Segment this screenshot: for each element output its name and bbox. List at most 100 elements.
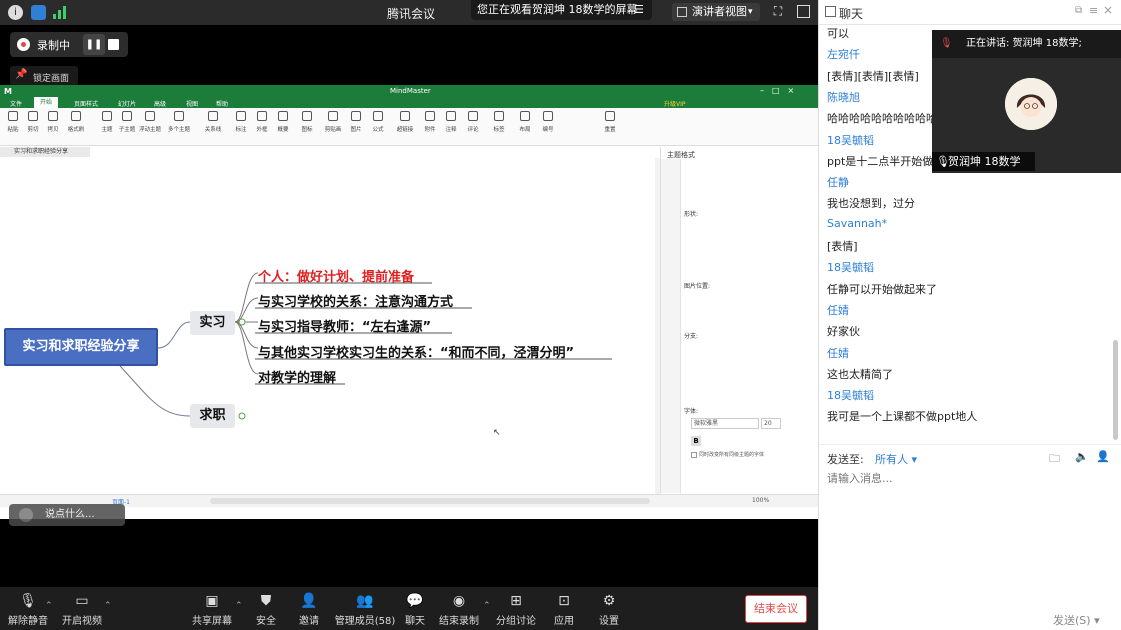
lock-screen-button[interactable]: 📌 锁定画面 (10, 66, 78, 86)
stop-recording-label: 结束录制 (439, 616, 479, 627)
ribbon-button[interactable]: 多个主题 (168, 111, 190, 133)
chevron-up-icon[interactable]: ⌃ (104, 601, 112, 611)
font-size-select[interactable]: 20 (761, 418, 781, 429)
menu-file[interactable]: 文件 (10, 99, 22, 108)
menu-page-style[interactable]: 页面样式 (74, 99, 98, 108)
signal-icon[interactable] (53, 6, 67, 19)
mindmap-canvas[interactable]: 实习和求职经验分享 实习 求职 个人：做好计划、提前准备 与实习学校的关系：注意… (0, 158, 655, 494)
chat-input[interactable] (827, 468, 1107, 488)
menu-icon[interactable]: ☰ (634, 0, 644, 20)
shared-screen: M MindMaster –□× 文件 开始 页面样式 幻灯片 高级 视图 帮助… (0, 85, 818, 519)
security-label: 安全 (256, 616, 276, 627)
send-button[interactable]: 发送(S) ▾ (1053, 612, 1100, 628)
share-screen-icon: ▣ (205, 593, 219, 609)
chat-message-text: 这也太精简了 (827, 367, 893, 381)
start-video-button[interactable]: ▭ 开启视频 (54, 593, 110, 627)
ribbon-button[interactable]: 标注 (230, 111, 252, 133)
mindmap-item[interactable]: 对教学的理解 (258, 367, 336, 386)
send-to-value: 所有人 (875, 453, 908, 466)
ribbon-button[interactable]: 超链接 (394, 111, 416, 133)
menu-icon[interactable]: ≡ (1089, 4, 1098, 17)
apply-all-checkbox[interactable] (691, 452, 697, 458)
ribbon-button[interactable]: 拷贝 (42, 111, 64, 133)
vip-label[interactable]: 升级VIP (664, 99, 686, 108)
speaker-video-tile[interactable]: 🎙 正在讲话: 贺润坤 18数学; 🎙 贺润坤 18数学 (932, 30, 1121, 173)
user-settings-icon[interactable]: 👤 (1096, 450, 1110, 463)
horizontal-scrollbar[interactable] (210, 498, 650, 504)
ribbon-button[interactable]: 编号 (537, 111, 559, 133)
sidebar-icon[interactable] (825, 6, 836, 17)
ribbon-button[interactable]: 浮动主题 (139, 111, 161, 133)
stop-recording-button[interactable]: ◉ 结束录制 (431, 593, 487, 627)
menu-view[interactable]: 视图 (186, 99, 198, 108)
chat-message-text: ppt是十二点半开始做的 (827, 154, 945, 168)
chat-panel: 聊天 ⧉ ≡ × 可以 左宛仟 [表情][表情][表情] 陈晓旭 哈哈哈哈哈哈哈哈哈哈 1… (818, 0, 1121, 630)
bold-button[interactable]: B (691, 436, 701, 446)
ribbon-button[interactable]: 子主题 (116, 111, 138, 133)
mindmap-root-node[interactable]: 实习和求职经验分享 (4, 328, 158, 366)
menu-help[interactable]: 帮助 (216, 99, 228, 108)
send-to-select[interactable]: 所有人 ▾ (875, 451, 917, 467)
app-logo-icon: M (4, 87, 12, 96)
volume-icon[interactable]: 🔈 (1075, 450, 1089, 463)
ribbon-button[interactable]: 剪贴画 (322, 111, 344, 133)
ribbon-button[interactable]: 附件 (419, 111, 441, 133)
ribbon-button[interactable]: 布局 (514, 111, 536, 133)
font-family-select[interactable]: 微软雅黑 (691, 418, 759, 429)
chat-sender-name: Savannah* (827, 216, 888, 230)
breakout-label: 分组讨论 (496, 616, 536, 627)
ribbon-button[interactable]: 图标 (296, 111, 318, 133)
ribbon-label: 编号 (542, 127, 554, 133)
speaker-view-button[interactable]: 演讲者视图 ▾ (672, 3, 760, 21)
info-icon[interactable]: i (8, 5, 23, 20)
ribbon-button[interactable]: 关系线 (202, 111, 224, 133)
close-icon[interactable]: × (1103, 3, 1113, 17)
ribbon-button[interactable]: 外框 (251, 111, 273, 133)
shield-icon[interactable] (31, 5, 46, 20)
invite-button[interactable]: 👤 邀请 (281, 593, 337, 627)
mindmap-item[interactable]: 与其他实习学校实习生的关系：“和而不同，泾渭分明” (258, 342, 574, 361)
ribbon-button[interactable]: 注释 (440, 111, 462, 133)
ribbon-button[interactable]: 剪切 (22, 111, 44, 133)
comment-input[interactable]: 说点什么... (9, 504, 125, 526)
file-icon[interactable]: 🗀 (1049, 450, 1060, 469)
share-screen-button[interactable]: ▣ 共享屏幕 (184, 593, 240, 627)
chevron-up-icon[interactable]: ⌃ (45, 601, 53, 611)
chat-scrollbar[interactable] (1113, 340, 1118, 440)
mindmap-branch-job[interactable]: 求职 (190, 404, 235, 428)
mindmap-branch-intern[interactable]: 实习 (190, 311, 235, 335)
stop-record-button[interactable] (108, 39, 119, 50)
chat-sender-name: 任静 (827, 176, 849, 190)
menu-start[interactable]: 开始 (34, 97, 58, 108)
app-ribbon: 粘贴 剪切 拷贝 格式刷 主题 子主题 浮动主题 多个主题 关系线 标注 外框 概要 图标 剪贴画 图片 公式… (0, 108, 818, 146)
ribbon-button[interactable]: 图片 (345, 111, 367, 133)
window-controls[interactable]: –□× (760, 86, 802, 95)
mindmap-item[interactable]: 个人：做好计划、提前准备 (258, 266, 414, 285)
menu-advanced[interactable]: 高级 (154, 99, 166, 108)
sidebar-toggle-icon[interactable] (797, 5, 810, 18)
ribbon-button[interactable]: 粘贴 (2, 111, 24, 133)
fullscreen-icon[interactable]: ⛶ (770, 4, 786, 20)
menu-slides[interactable]: 幻灯片 (118, 99, 136, 108)
recording-label: 录制中 (37, 39, 70, 52)
ribbon-button[interactable]: 标签 (488, 111, 510, 133)
zoom-value[interactable]: 100% (752, 497, 769, 504)
chat-sender-name: 18吴毓韬 (827, 389, 874, 403)
end-meeting-button[interactable]: 结束会议 (745, 595, 807, 623)
ribbon-button[interactable]: 概要 (272, 111, 294, 133)
ribbon-button[interactable]: 格式刷 (65, 111, 87, 133)
ribbon-button[interactable]: 主题 (96, 111, 118, 133)
ribbon-button[interactable]: 重置 (599, 111, 621, 133)
pause-record-button[interactable]: ❚❚ (83, 34, 105, 55)
document-tab[interactable]: 实习和求职经验分享 (0, 147, 90, 157)
ribbon-button[interactable]: 评论 (462, 111, 484, 133)
mindmap-item[interactable]: 与实习学校的关系：注意沟通方式 (258, 291, 453, 310)
start-video-label: 开启视频 (62, 616, 102, 627)
mindmap-item[interactable]: 与实习指导教师：“左右逢源” (258, 316, 431, 335)
chat-message-text: 好家伙 (827, 325, 860, 339)
popout-icon[interactable]: ⧉ (1075, 5, 1082, 16)
ribbon-button[interactable]: 公式 (367, 111, 389, 133)
settings-button[interactable]: ⚙ 设置 (581, 593, 637, 627)
comment-placeholder: 说点什么... (45, 509, 95, 520)
side-panel-tabs[interactable] (661, 159, 681, 493)
